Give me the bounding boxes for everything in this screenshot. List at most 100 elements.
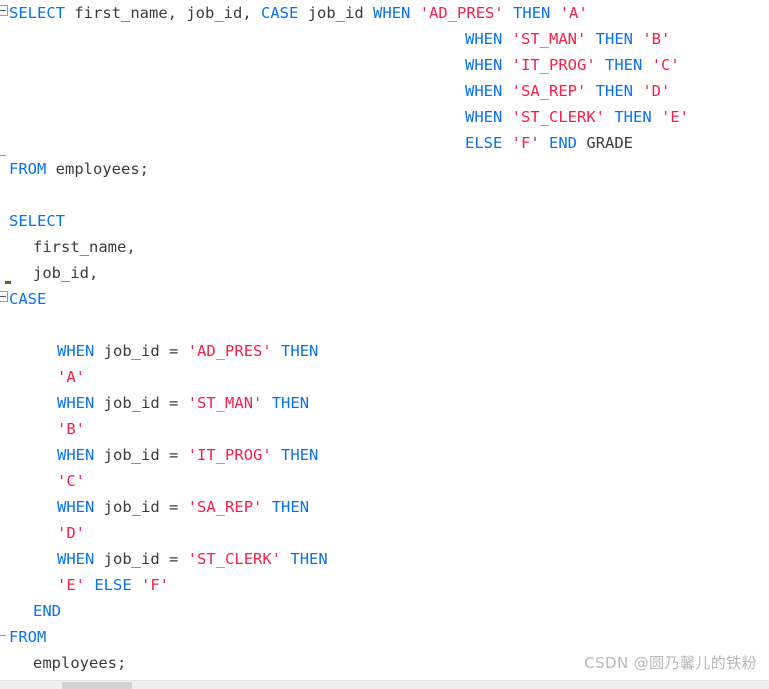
token-kw: WHEN bbox=[465, 56, 503, 74]
token-kw: ELSE bbox=[465, 134, 503, 152]
token-kw: THEN bbox=[271, 394, 310, 412]
token-kw: ELSE bbox=[94, 576, 132, 594]
token-op: = bbox=[169, 394, 179, 412]
fold-toggle-select-1-icon[interactable] bbox=[0, 5, 8, 16]
stmt1-line-5[interactable]: WHEN 'ST_CLERK' THEN 'E' bbox=[465, 104, 689, 130]
token-str: 'ST_CLERK' bbox=[187, 550, 282, 568]
token-str: 'C' bbox=[57, 472, 85, 490]
token-id: job_id bbox=[103, 394, 160, 412]
token-id: job_id bbox=[103, 342, 160, 360]
token-str: 'ST_MAN' bbox=[511, 30, 587, 48]
token-kw: THEN bbox=[595, 82, 633, 100]
stmt2-line-7[interactable]: 'A' bbox=[57, 364, 85, 390]
token-kw: WHEN bbox=[57, 498, 95, 516]
token-id: first_name, bbox=[33, 238, 136, 256]
fold-end-marker-2-icon bbox=[0, 635, 6, 636]
token-op: = bbox=[169, 550, 179, 568]
token-kw: SELECT bbox=[9, 4, 65, 22]
token-kw: THEN bbox=[290, 550, 328, 568]
token-kw: WHEN bbox=[373, 4, 411, 22]
stmt2-line-3[interactable]: job_id, bbox=[33, 260, 98, 286]
sql-editor-window: SELECT first_name, job_id, CASE job_id W… bbox=[0, 0, 769, 689]
token-kw: WHEN bbox=[465, 82, 503, 100]
token-kw: THEN bbox=[513, 4, 551, 22]
token-kw: THEN bbox=[281, 342, 319, 360]
token-str: 'E' bbox=[661, 108, 690, 126]
token-kw: END bbox=[549, 134, 578, 152]
token-str: 'F' bbox=[141, 576, 170, 594]
token-kw: WHEN bbox=[57, 446, 95, 464]
token-str: 'ST_CLERK' bbox=[511, 108, 605, 126]
token-kw: THEN bbox=[605, 56, 643, 74]
stmt2-line-2[interactable]: first_name, bbox=[33, 234, 136, 260]
stmt1-line-7[interactable]: FROM employees; bbox=[9, 156, 149, 182]
token-str: 'E' bbox=[57, 576, 85, 594]
stmt2-line-17[interactable]: FROM bbox=[9, 624, 46, 650]
stmt2-line-8[interactable]: WHEN job_id = 'ST_MAN' THEN bbox=[57, 390, 309, 416]
stmt2-line-18[interactable]: employees; bbox=[33, 650, 126, 676]
token-op: = bbox=[169, 342, 179, 360]
fold-toggle-case-2-icon[interactable] bbox=[0, 291, 8, 302]
horizontal-scrollbar[interactable] bbox=[0, 680, 769, 689]
stmt2-line-14[interactable]: WHEN job_id = 'ST_CLERK' THEN bbox=[57, 546, 328, 572]
stmt1-line-6[interactable]: ELSE 'F' END GRADE bbox=[465, 130, 633, 156]
stmt1-line-2[interactable]: WHEN 'ST_MAN' THEN 'B' bbox=[465, 26, 670, 52]
stmt2-line-6[interactable]: WHEN job_id = 'AD_PRES' THEN bbox=[57, 338, 318, 364]
token-kw: THEN bbox=[281, 446, 319, 464]
stmt2-line-9[interactable]: 'B' bbox=[57, 416, 85, 442]
stmt2-line-11[interactable]: 'C' bbox=[57, 468, 85, 494]
stmt2-line-15[interactable]: 'E' ELSE 'F' bbox=[57, 572, 169, 598]
token-str: 'D' bbox=[57, 524, 85, 542]
token-str: 'D' bbox=[642, 82, 671, 100]
stmt2-line-13[interactable]: 'D' bbox=[57, 520, 85, 546]
stmt1-line-3[interactable]: WHEN 'IT_PROG' THEN 'C' bbox=[465, 52, 680, 78]
stmt2-line-10[interactable]: WHEN job_id = 'IT_PROG' THEN bbox=[57, 442, 318, 468]
token-id: job_id bbox=[103, 550, 160, 568]
token-kw: END bbox=[33, 602, 61, 620]
stmt1-line-1[interactable]: SELECT first_name, job_id, CASE job_id W… bbox=[9, 0, 588, 26]
token-str: 'AD_PRES' bbox=[187, 342, 272, 360]
fold-end-marker-1-icon bbox=[0, 155, 6, 156]
token-str: 'C' bbox=[651, 56, 680, 74]
horizontal-scrollbar-thumb[interactable] bbox=[62, 682, 132, 689]
stmt2-line-16[interactable]: END bbox=[33, 598, 61, 624]
stmt2-line-12[interactable]: WHEN job_id = 'SA_REP' THEN bbox=[57, 494, 309, 520]
fold-tick-case-2-icon bbox=[5, 281, 11, 284]
stmt2-line-4[interactable]: CASE bbox=[9, 286, 46, 312]
code-area[interactable]: SELECT first_name, job_id, CASE job_id W… bbox=[0, 0, 769, 680]
token-id: employees; bbox=[55, 160, 149, 178]
stmt2-line-1[interactable]: SELECT bbox=[9, 208, 65, 234]
token-kw: CASE bbox=[9, 290, 47, 308]
token-id: job_id bbox=[103, 446, 160, 464]
token-kw: THEN bbox=[595, 30, 633, 48]
token-str: 'IT_PROG' bbox=[511, 56, 596, 74]
stmt1-line-4[interactable]: WHEN 'SA_REP' THEN 'D' bbox=[465, 78, 670, 104]
token-kw: CASE bbox=[261, 4, 299, 22]
